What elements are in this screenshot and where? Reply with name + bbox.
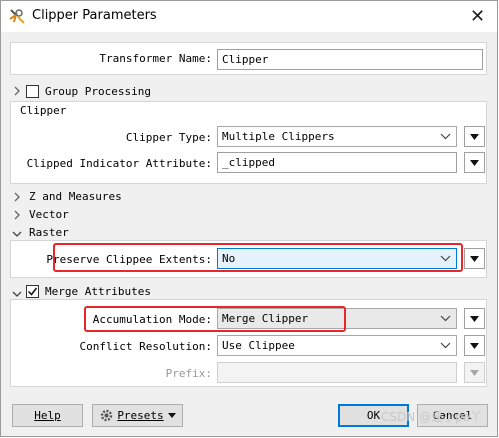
accumulation-mode-select[interactable]: Merge Clipper [217,308,457,329]
close-icon: ✕ [469,5,486,27]
triangle-down-icon [167,412,176,418]
accumulation-mode-label: Accumulation Mode: [92,313,212,326]
triangle-down-icon [470,342,479,349]
watermark-text: CSDN @是小pa丫 [381,410,482,424]
window-title: Clipper Parameters [32,8,157,23]
triangle-down-icon [470,133,479,140]
transformer-name-label: Transformer Name: [99,52,212,65]
clipped-indicator-input[interactable]: _clipped [217,152,457,173]
vector-label[interactable]: Vector [29,208,69,221]
presets-button-label: Presets [117,409,164,422]
clipper-type-select[interactable]: Multiple Clippers [217,126,457,147]
transformer-name-input[interactable]: Clipper [217,49,483,70]
conflict-resolution-label: Conflict Resolution: [79,340,212,353]
chevron-down-icon [12,231,22,237]
group-processing-checkbox[interactable] [26,85,39,98]
chevron-down-icon [12,291,22,297]
preserve-extents-select[interactable]: No [217,248,457,269]
clipper-section-title: Clipper [20,104,67,117]
accumulation-mode-menu-button[interactable] [464,308,485,329]
chevron-down-icon [440,255,451,262]
prefix-input [217,362,457,383]
transformer-icon [8,7,26,25]
preserve-extents-value: No [222,252,236,265]
triangle-down-icon [470,315,479,322]
group-processing-expander[interactable] [13,86,21,99]
triangle-down-icon [470,369,479,376]
chevron-right-icon [14,86,20,96]
clipper-type-value: Multiple Clippers [222,130,335,143]
ok-button-label: OK [366,409,381,422]
checkmark-icon [27,287,38,296]
title-bar: Clipper Parameters ✕ [0,0,499,32]
help-button[interactable]: Help [12,404,83,427]
merge-attributes-checkbox[interactable] [26,285,39,298]
raster-section-title: Raster [29,226,69,239]
triangle-down-icon [470,255,479,262]
z-measures-label[interactable]: Z and Measures [29,190,122,203]
clipped-indicator-label: Clipped Indicator Attribute: [26,157,212,170]
z-measures-expander[interactable] [13,192,21,205]
chevron-down-icon [440,315,451,322]
chevron-down-icon [440,342,451,349]
chevron-right-icon [14,210,20,220]
conflict-resolution-menu-button[interactable] [464,335,485,356]
vector-expander[interactable] [13,210,21,223]
preserve-extents-label: Preserve Clippee Extents: [46,253,212,266]
preserve-extents-menu-button[interactable] [464,248,485,269]
conflict-resolution-select[interactable]: Use Clippee [217,335,457,356]
clipper-type-label: Clipper Type: [125,131,212,144]
triangle-down-icon [470,159,479,166]
close-button[interactable]: ✕ [456,0,499,32]
clipper-type-menu-button[interactable] [464,126,485,147]
prefix-menu-button [464,362,485,383]
accumulation-mode-value: Merge Clipper [222,312,309,325]
presets-button[interactable]: Presets [92,404,183,427]
gear-icon [101,409,113,422]
chevron-down-icon [440,133,451,140]
merge-attributes-title: Merge Attributes [45,285,151,298]
clipped-indicator-menu-button[interactable] [464,152,485,173]
chevron-right-icon [14,192,20,202]
group-processing-label: Group Processing [45,85,151,98]
help-button-label: Help [34,409,61,422]
conflict-resolution-value: Use Clippee [222,339,295,352]
prefix-label: Prefix: [165,367,212,380]
